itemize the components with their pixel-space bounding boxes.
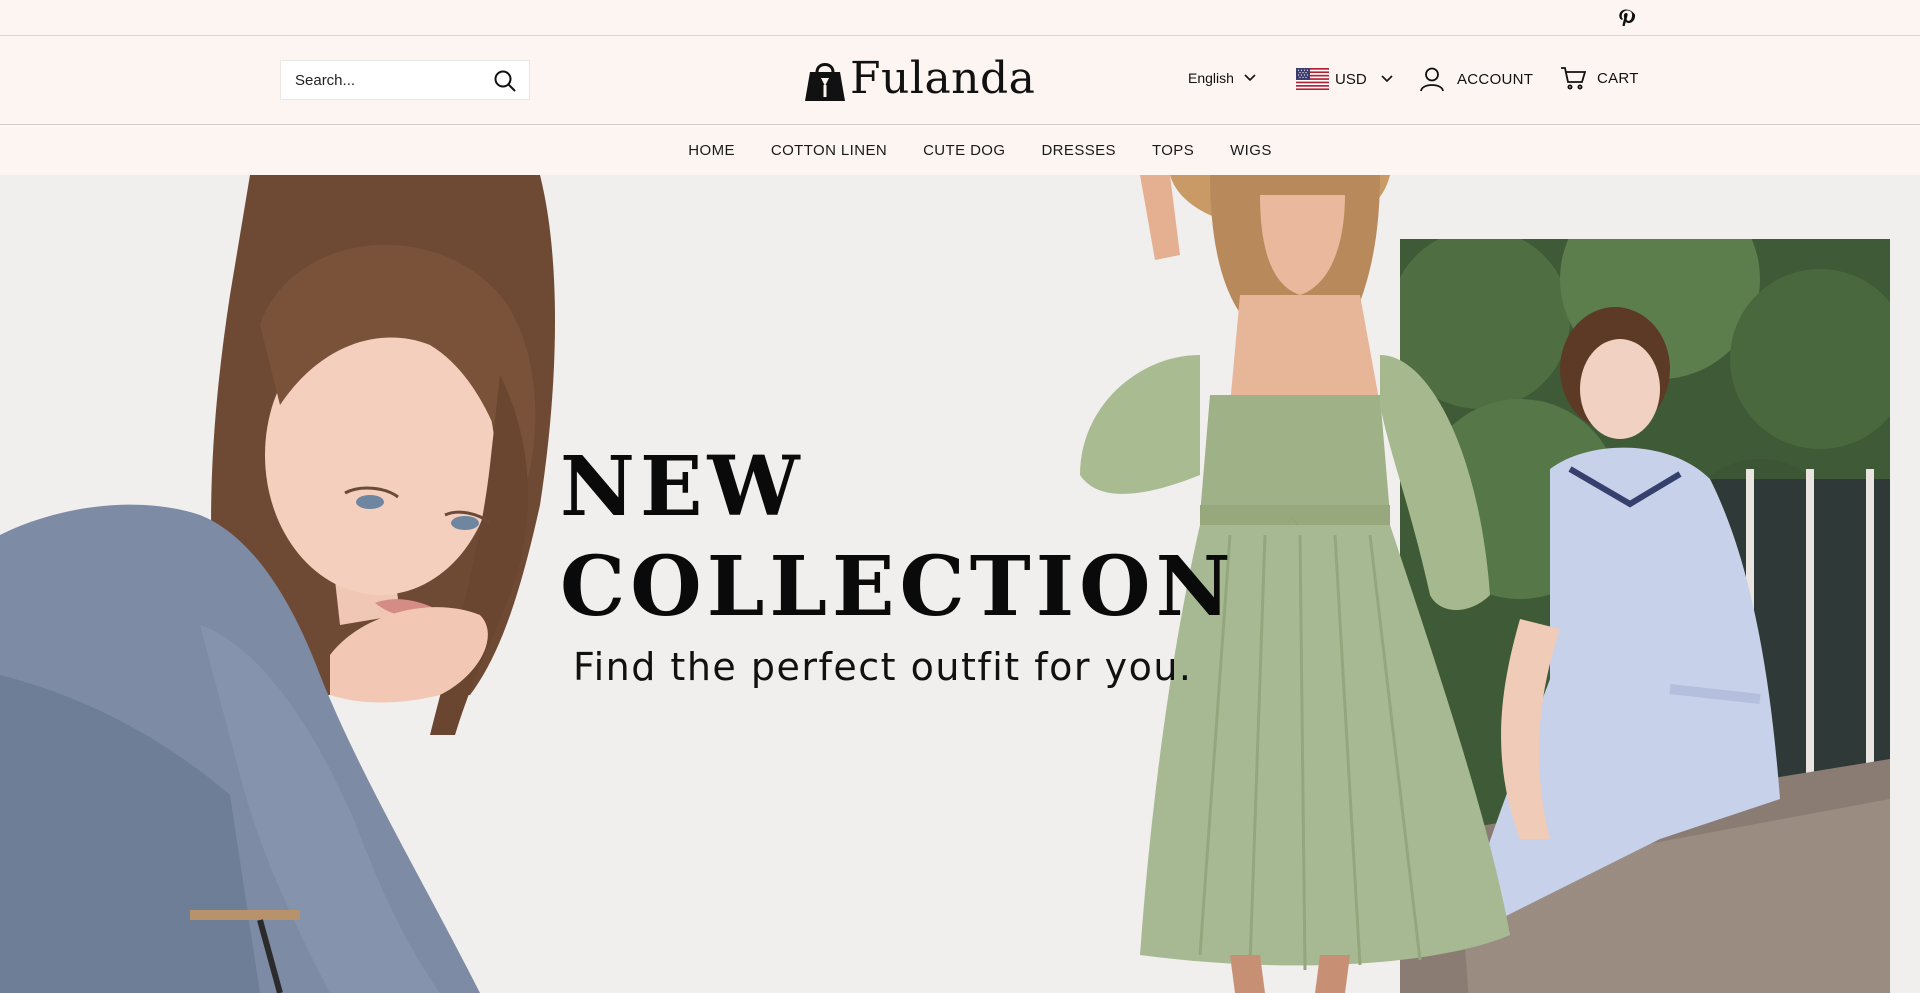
hero-model-left-image bbox=[0, 175, 555, 993]
shopping-bag-logo-icon bbox=[805, 63, 845, 101]
search-box bbox=[280, 60, 530, 100]
language-selector[interactable]: English bbox=[1188, 70, 1256, 86]
nav-item-cute-dog[interactable]: CUTE DOG bbox=[923, 142, 1005, 159]
language-label: English bbox=[1188, 70, 1234, 86]
site-logo[interactable]: Fulanda bbox=[804, 53, 1036, 106]
hero-headline: NEW COLLECTION bbox=[560, 437, 1236, 637]
site-header: Fulanda English USD ACCO bbox=[0, 36, 1920, 125]
account-link[interactable]: ACCOUNT bbox=[1419, 66, 1533, 92]
pinterest-icon[interactable] bbox=[1617, 8, 1635, 26]
search-input[interactable] bbox=[281, 61, 481, 99]
chevron-down-icon bbox=[1244, 74, 1256, 82]
announcement-bar bbox=[0, 0, 1920, 36]
chevron-down-icon bbox=[1381, 75, 1393, 83]
nav-item-home[interactable]: HOME bbox=[688, 142, 735, 159]
search-icon[interactable] bbox=[493, 69, 517, 93]
currency-selector[interactable]: USD bbox=[1296, 68, 1393, 90]
nav-item-wigs[interactable]: WIGS bbox=[1230, 142, 1272, 159]
user-icon bbox=[1420, 67, 1444, 92]
hero-banner[interactable]: NEW COLLECTION Find the perfect outfit f… bbox=[0, 175, 1920, 993]
nav-item-cotton-linen[interactable]: COTTON LINEN bbox=[771, 142, 887, 159]
hero-headline-line1: NEW bbox=[560, 439, 805, 535]
hero-headline-line2: COLLECTION bbox=[560, 539, 1236, 635]
nav-item-dresses[interactable]: DRESSES bbox=[1041, 142, 1116, 159]
hero-subheading: Find the perfect outfit for you. bbox=[573, 645, 1193, 689]
account-label: ACCOUNT bbox=[1457, 70, 1534, 88]
nav-item-tops[interactable]: TOPS bbox=[1152, 142, 1194, 159]
cart-link[interactable]: CART bbox=[1560, 66, 1639, 90]
us-flag-icon bbox=[1296, 68, 1329, 90]
cart-label: CART bbox=[1597, 69, 1639, 87]
cart-icon bbox=[1561, 67, 1586, 90]
currency-label: USD bbox=[1335, 70, 1367, 88]
main-navigation: HOME COTTON LINEN CUTE DOG DRESSES TOPS … bbox=[0, 126, 1920, 175]
brand-name: Fulanda bbox=[850, 53, 1036, 104]
